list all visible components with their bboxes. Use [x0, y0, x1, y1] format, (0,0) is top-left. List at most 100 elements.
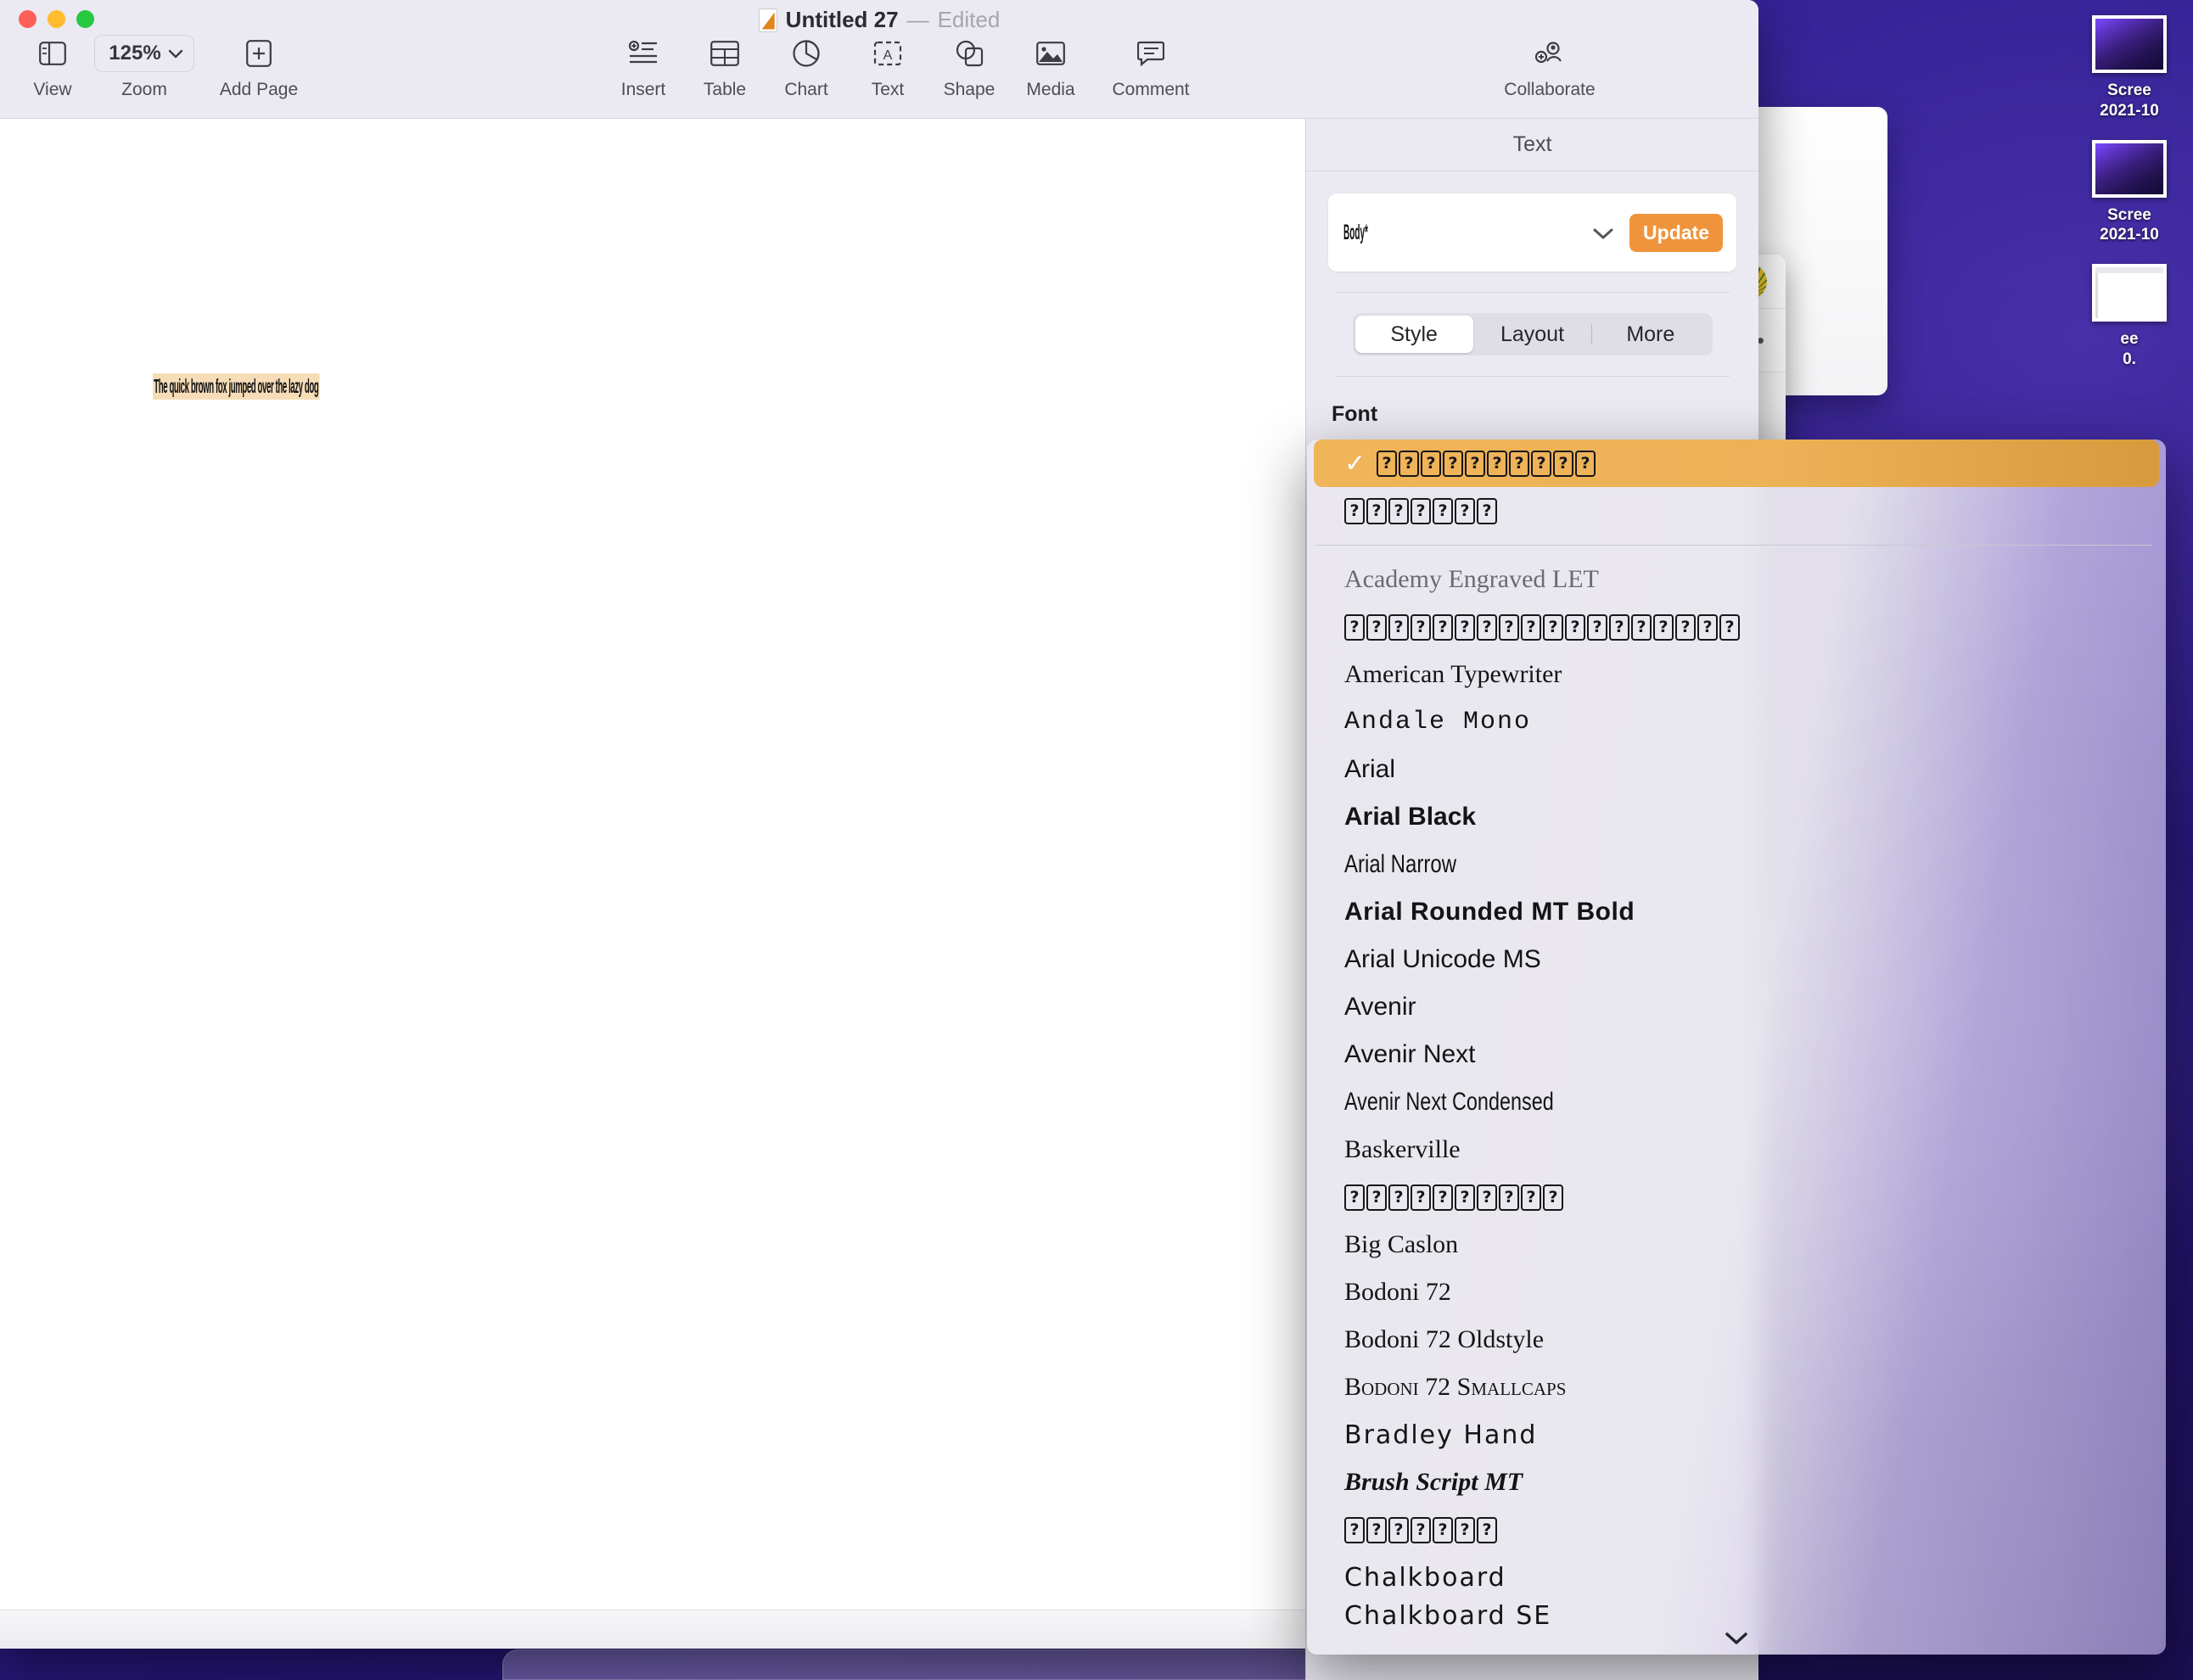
missing-glyph-icon: ? [1455, 614, 1475, 641]
font-list-item[interactable]: ?????????????????? [1307, 603, 2166, 651]
font-list-item-label: ?????????? [1344, 1184, 1563, 1211]
font-list-item[interactable]: Bradley Hand [1307, 1411, 2166, 1459]
desktop-icon-label: Scree2021-10 [2100, 205, 2159, 246]
missing-glyph-icon: ? [1366, 614, 1387, 641]
toolbar-insert-button[interactable]: Insert [603, 29, 684, 100]
missing-glyph-icon: ? [1531, 451, 1551, 477]
missing-glyph-icon: ? [1465, 451, 1485, 477]
screenshot-thumbnail [2092, 140, 2167, 198]
missing-glyph-icon: ? [1344, 498, 1365, 524]
font-list-item-label: American Typewriter [1344, 660, 1562, 689]
missing-glyph-icon: ? [1477, 614, 1497, 641]
missing-glyph-icon: ? [1443, 451, 1463, 477]
missing-glyph-icon: ? [1565, 614, 1585, 641]
missing-glyph-icon: ? [1366, 498, 1387, 524]
missing-glyph-icon: ? [1675, 614, 1696, 641]
font-list-item[interactable]: Bodoni 72 [1307, 1268, 2166, 1316]
toolbar-media-button[interactable]: Media [1010, 29, 1091, 100]
font-list-item[interactable]: ✓?????????? [1314, 440, 2159, 487]
font-list-item-label: Arial [1344, 755, 1395, 784]
missing-glyph-icon: ? [1433, 1517, 1453, 1543]
font-list-item[interactable]: Avenir [1307, 983, 2166, 1031]
font-list-item[interactable]: Chalkboard [1307, 1554, 2166, 1601]
font-list-item[interactable]: ?????????? [1307, 1173, 2166, 1221]
sidebar-icon [39, 34, 66, 73]
toolbar-text-button[interactable]: A Text [847, 29, 928, 100]
chevron-down-icon[interactable] [1592, 220, 1614, 246]
toolbar-shape-button[interactable]: Shape [928, 29, 1010, 100]
missing-glyph-icon: ? [1543, 1184, 1563, 1211]
toolbar-add-page-button[interactable]: Add Page [195, 29, 322, 100]
desktop-icon-document-3[interactable]: ee0. [2066, 264, 2193, 370]
font-list-item[interactable]: Brush Script MT [1307, 1459, 2166, 1506]
font-list-item[interactable]: Avenir Next [1307, 1031, 2166, 1078]
missing-glyph-icon: ? [1487, 451, 1507, 477]
missing-glyph-icon: ? [1388, 614, 1409, 641]
toolbar-collaborate-button[interactable]: Collaborate [1473, 29, 1626, 100]
font-list-item-label: Arial Narrow [1344, 850, 1456, 879]
document-body-text[interactable]: The quick brown fox jumped over the lazy… [153, 373, 320, 400]
missing-glyph-icon: ? [1521, 614, 1541, 641]
desktop-icons: Scree2021-10 Scree2021-10 ee0. [2066, 15, 2193, 370]
font-list-item[interactable]: Arial Black [1307, 793, 2166, 841]
tab-more[interactable]: More [1591, 316, 1709, 353]
main-toolbar: View 125% Zoom Add Page [0, 29, 1758, 114]
font-list-item[interactable]: Bodoni 72 Smallcaps [1307, 1364, 2166, 1411]
font-list-item-label: Avenir Next [1344, 1040, 1476, 1069]
font-list-item[interactable]: Arial Rounded MT Bold [1307, 888, 2166, 936]
font-list-item-label: ??????? [1344, 1517, 1497, 1543]
update-style-button[interactable]: Update [1629, 214, 1723, 252]
table-icon [710, 34, 739, 73]
missing-glyph-icon: ? [1697, 614, 1718, 641]
font-list-item[interactable]: Arial Narrow [1307, 841, 2166, 888]
font-list-item[interactable]: Chalkboard SE [1307, 1601, 2166, 1627]
font-list-item-label: Chalkboard SE [1344, 1601, 1551, 1627]
font-list-item[interactable]: Bodoni 72 Oldstyle [1307, 1316, 2166, 1364]
tab-layout[interactable]: Layout [1473, 316, 1591, 353]
insert-icon [628, 34, 659, 73]
missing-glyph-icon: ? [1344, 1517, 1365, 1543]
missing-glyph-icon: ? [1399, 451, 1419, 477]
desktop-icon-screenshot-2[interactable]: Scree2021-10 [2066, 140, 2193, 246]
missing-glyph-icon: ? [1499, 1184, 1519, 1211]
toolbar-view-button[interactable]: View [12, 29, 93, 100]
font-list-item-label: Avenir [1344, 993, 1416, 1022]
font-list: ✓????????????????? Academy Engraved LET??… [1307, 440, 2166, 1627]
missing-glyph-icon: ? [1366, 1517, 1387, 1543]
font-list-item[interactable]: Avenir Next Condensed [1307, 1078, 2166, 1126]
missing-glyph-icon: ? [1719, 614, 1740, 641]
desktop-icon-screenshot-1[interactable]: Scree2021-10 [2066, 15, 2193, 121]
missing-glyph-icon: ? [1388, 1517, 1409, 1543]
missing-glyph-icon: ? [1421, 451, 1441, 477]
window-titlebar: Untitled 27 — Edited View 125% [0, 0, 1758, 119]
font-family-dropdown[interactable]: ✓????????????????? Academy Engraved LET??… [1307, 440, 2166, 1655]
font-list-item[interactable]: Arial Unicode MS [1307, 936, 2166, 983]
font-list-item[interactable]: Big Caslon [1307, 1221, 2166, 1268]
font-list-item[interactable]: ??????? [1307, 1506, 2166, 1554]
font-list-item[interactable]: ??????? [1307, 487, 2166, 535]
toolbar-table-button[interactable]: Table [684, 29, 766, 100]
font-list-item[interactable]: Academy Engraved LET [1307, 556, 2166, 603]
missing-glyph-icon: ? [1477, 1184, 1497, 1211]
font-list-item[interactable]: American Typewriter [1307, 651, 2166, 698]
font-list-item[interactable]: Arial [1307, 746, 2166, 793]
zoom-value-pill[interactable]: 125% [94, 34, 194, 73]
paragraph-style-control[interactable]: Body* Update [1328, 193, 1736, 272]
missing-glyph-icon: ? [1388, 1184, 1409, 1211]
toolbar-comment-button[interactable]: Comment [1091, 29, 1210, 100]
checkmark-icon: ✓ [1344, 449, 1375, 479]
font-list-item-label: Bradley Hand [1344, 1420, 1537, 1450]
missing-glyph-icon: ? [1344, 614, 1365, 641]
tab-style[interactable]: Style [1355, 316, 1473, 353]
toolbar-chart-button[interactable]: Chart [766, 29, 847, 100]
text-box-icon: A [873, 34, 902, 73]
font-list-separator [1315, 545, 2152, 546]
scroll-down-chevron-icon[interactable] [1307, 1631, 2166, 1646]
toolbar-text-label: Text [872, 80, 905, 100]
font-list-item[interactable]: Andale Mono [1307, 698, 2166, 746]
format-divider-2 [1335, 376, 1730, 377]
font-list-item[interactable]: Baskerville [1307, 1126, 2166, 1173]
toolbar-insert-label: Insert [621, 80, 666, 100]
toolbar-view-label: View [33, 80, 71, 100]
toolbar-zoom-control[interactable]: 125% Zoom [93, 29, 195, 100]
